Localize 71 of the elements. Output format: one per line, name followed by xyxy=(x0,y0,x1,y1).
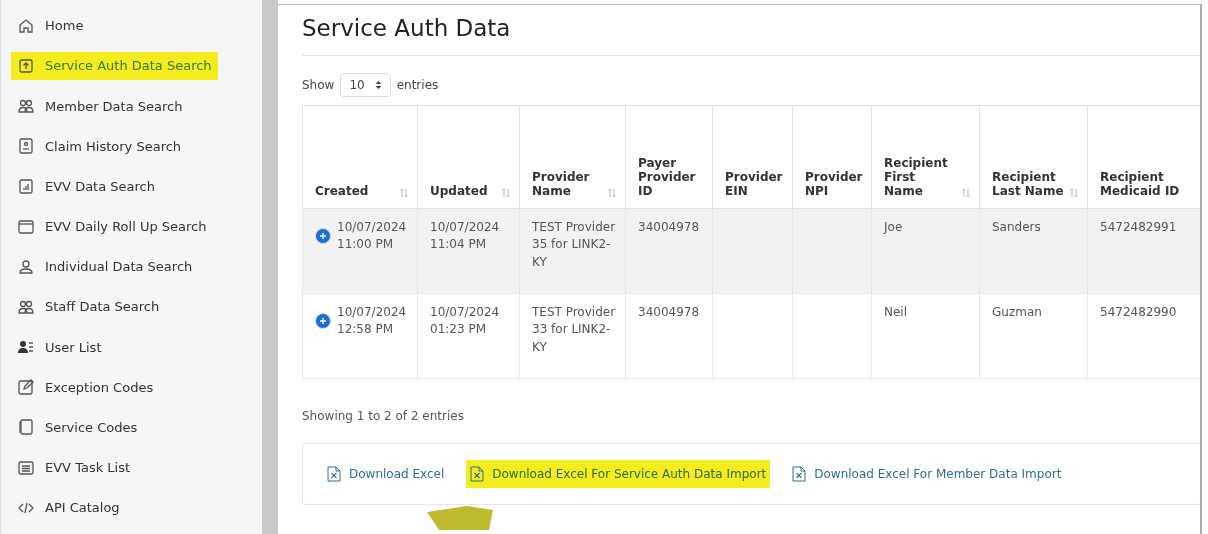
column-label: Provider NPI xyxy=(805,170,863,198)
upload-icon xyxy=(17,57,35,75)
expand-button[interactable] xyxy=(315,313,331,330)
download-link[interactable]: Download Excel xyxy=(323,460,449,488)
column-label: Payer Provider ID xyxy=(638,156,697,198)
sidebar-item[interactable]: Exception Codes xyxy=(11,373,160,402)
table-cell: 10/07/2024 01:23 PM xyxy=(430,305,500,337)
column-label: Provider EIN xyxy=(725,170,784,198)
table-cell: 10/07/2024 11:04 PM xyxy=(430,220,500,252)
plus-icon xyxy=(319,317,327,326)
column-header[interactable]: Created xyxy=(302,105,418,209)
table-cell: 5472482990 xyxy=(1100,305,1177,319)
pencil-icon xyxy=(17,378,35,397)
column-header[interactable]: Recipient First Name xyxy=(871,105,980,209)
sidebar-item[interactable]: Claim History Search xyxy=(11,132,188,161)
sidebar-item[interactable]: Member Data Search xyxy=(11,92,189,120)
excel-file-icon xyxy=(470,466,485,482)
expand-button[interactable] xyxy=(315,228,331,245)
sidebar-item[interactable]: API Catalog xyxy=(11,493,126,522)
sort-icon[interactable] xyxy=(1069,188,1079,198)
clipboard-icon xyxy=(17,177,35,196)
sidebar-item[interactable]: Staff Data Search xyxy=(11,293,166,321)
column-label: Created xyxy=(315,184,369,198)
download-link[interactable]: Download Excel For Service Auth Data Import xyxy=(466,460,771,488)
sidebar-item[interactable]: Service Auth Data Search xyxy=(11,52,218,80)
table-cell-text: 10/07/2024 12:58 PM xyxy=(337,304,408,339)
sidebar-item[interactable]: EVV Daily Roll Up Search xyxy=(11,212,213,241)
column-label: Recipient Medicaid ID xyxy=(1100,170,1181,198)
column-header[interactable]: Recipient Last Name xyxy=(979,105,1088,209)
page-title: Service Auth Data xyxy=(302,15,1200,56)
list-icon xyxy=(17,458,35,477)
column-label: Updated xyxy=(430,184,488,198)
excel-file-icon xyxy=(327,466,341,482)
column-label: Provider Name xyxy=(532,170,591,198)
table-cell: Guzman xyxy=(992,305,1042,319)
sidebar-item[interactable]: Home xyxy=(11,12,90,40)
sidebar-item[interactable]: EVV Data Search xyxy=(11,172,161,201)
table-info: Showing 1 to 2 of 2 entries xyxy=(302,409,465,423)
table-cell: 34004978 xyxy=(638,305,700,319)
table-cell: Neil xyxy=(884,305,908,319)
sort-icon[interactable] xyxy=(501,188,511,198)
column-header[interactable]: Updated xyxy=(417,105,520,209)
sort-icon[interactable] xyxy=(961,188,971,198)
sort-icon[interactable] xyxy=(399,188,409,198)
show-label: Show xyxy=(302,78,335,92)
column-label: Recipient First Name xyxy=(884,156,949,198)
people-icon xyxy=(17,97,35,116)
person-icon xyxy=(17,257,35,276)
table-cell: Joe xyxy=(884,220,903,234)
sidebar-item[interactable]: User List xyxy=(11,333,108,361)
table-cell: 5472482991 xyxy=(1100,220,1177,234)
column-header[interactable]: Provider Name xyxy=(519,105,626,209)
caret-icon xyxy=(374,80,382,90)
calendar-icon xyxy=(17,217,35,236)
table-cell: Sanders xyxy=(992,220,1041,234)
table-cell: TEST Provider 33 for LINK2-KY xyxy=(532,305,616,354)
table-cell-text: 10/07/2024 11:00 PM xyxy=(337,219,408,254)
table-cell: 34004978 xyxy=(638,220,700,234)
plus-icon xyxy=(319,232,327,241)
sidebar-item[interactable]: Individual Data Search xyxy=(11,252,199,281)
excel-file-icon xyxy=(792,466,807,482)
id-card-icon xyxy=(17,137,35,156)
sort-icon[interactable] xyxy=(607,188,617,198)
table-cell: TEST Provider 35 for LINK2-KY xyxy=(532,220,616,269)
entries-select[interactable]: 10 xyxy=(340,73,391,97)
book-icon xyxy=(17,418,35,437)
sidebar-item[interactable]: Service Codes xyxy=(11,413,144,442)
column-label: Recipient Last Name xyxy=(992,170,1065,198)
sidebar-item[interactable]: EVV Task List xyxy=(11,453,137,482)
entries-label: entries xyxy=(396,78,439,92)
download-link[interactable]: Download Excel For Member Data Import xyxy=(788,460,1066,488)
